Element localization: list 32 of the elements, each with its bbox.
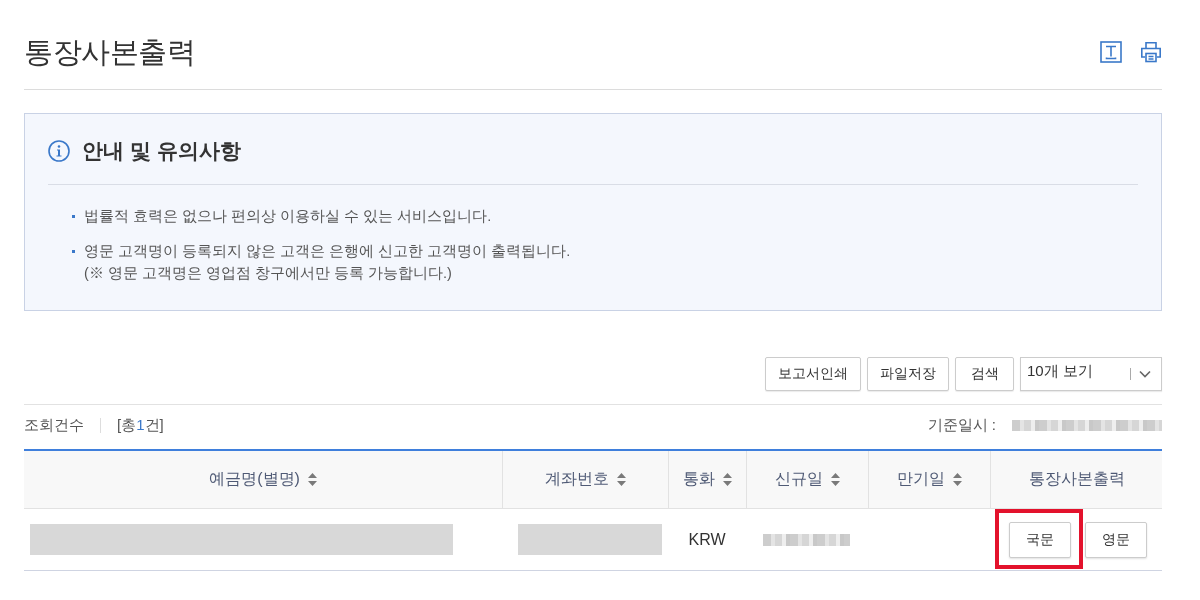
column-header[interactable]: 계좌번호 — [502, 451, 668, 509]
result-count: [총1건] — [117, 415, 164, 435]
toolbar-button[interactable]: 파일저장 — [867, 357, 949, 391]
result-count-label: 조회건수 — [24, 415, 84, 435]
print-option-button[interactable]: 영문 — [1085, 521, 1147, 558]
print-option-button[interactable]: 국문 — [1009, 521, 1071, 558]
info-icon — [48, 140, 70, 162]
print-icon[interactable] — [1140, 41, 1162, 63]
sort-icon — [307, 473, 317, 486]
text-box-icon[interactable] — [1100, 41, 1122, 63]
chevron-down-icon — [1139, 370, 1151, 378]
sort-icon — [831, 473, 840, 486]
sort-icon — [723, 473, 732, 486]
column-header[interactable]: 신규일 — [746, 451, 868, 509]
notice-text: 법률적 효력은 없으나 편의상 이용하실 수 있는 서비스입니다. — [84, 207, 492, 226]
bullet-icon — [72, 215, 75, 218]
column-header[interactable]: 통화 — [668, 451, 746, 509]
page-size-select[interactable]: 10개 보기 — [1020, 357, 1162, 391]
toolbar-button[interactable]: 보고서인쇄 — [765, 357, 861, 391]
notice-note: (※ 영문 고객명은 영업점 창구에서만 등록 가능합니다.) — [84, 264, 453, 283]
column-header: 통장사본출력 — [990, 451, 1162, 509]
as-of-label: 기준일시 : — [927, 415, 996, 435]
table-cell-text: KRW — [687, 529, 727, 550]
notice-text: 영문 고객명이 등록되지 않은 고객은 은행에 신고한 고객명이 출력됩니다. — [84, 242, 571, 261]
sort-icon — [953, 473, 962, 486]
page-title: 통장사본출력 — [24, 35, 195, 70]
bullet-icon — [72, 250, 75, 253]
sort-icon — [617, 473, 626, 486]
toolbar-button[interactable]: 검색 — [955, 357, 1014, 391]
column-header[interactable]: 만기일 — [868, 451, 990, 509]
column-header[interactable]: 예금명(별명) — [24, 451, 502, 509]
notice-title: 안내 및 유의사항 — [82, 138, 241, 164]
